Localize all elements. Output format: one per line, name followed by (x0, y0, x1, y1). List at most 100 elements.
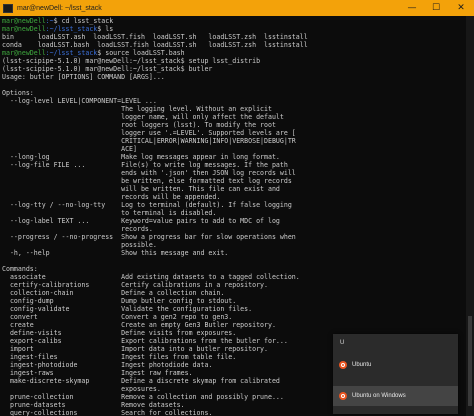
line-text: exposures. (2, 385, 161, 393)
prompt-path: :~ (45, 17, 54, 25)
line-text: define-visits Define visits from exposur… (2, 329, 237, 337)
line-text: create Create an empty Gen3 Butler repos… (2, 321, 276, 329)
title-bar[interactable]: mar@newDell: ~/lsst_stack — ☐ ✕ (0, 0, 474, 16)
line-text: --long-log Make log messages appear in l… (2, 153, 280, 161)
app-suggestion-popup: U Ubuntu Ubuntu on Windows (333, 334, 458, 414)
terminal-line: --log-level LEVEL|COMPONENT=LEVEL ... (2, 97, 466, 105)
prompt-user: mar@newDell (2, 25, 46, 33)
line-text: ingest-files Ingest files from table fil… (2, 353, 237, 361)
prompt-path: :~/lsst_stack (45, 49, 98, 57)
terminal-line: (lsst-scipipe-5.1.0) mar@newDell:~/lsst_… (2, 57, 466, 65)
popup-item-label: Ubuntu (352, 362, 372, 368)
terminal-line: Commands: (2, 265, 466, 273)
line-text: config-validate Validate the configurati… (2, 305, 253, 313)
line-text: possible. (2, 241, 157, 249)
terminal-line: mar@newDell:~/lsst_stack$ source loadLSS… (2, 49, 466, 57)
terminal-window: mar@newDell: ~/lsst_stack — ☐ ✕ mar@newD… (0, 0, 474, 416)
terminal-line: logger use '.=LEVEL'. Supported levels a… (2, 129, 466, 137)
terminal-line: CRITICAL|ERROR|WARNING|INFO|VERBOSE|DEBU… (2, 137, 466, 145)
line-text: records will be appended. (2, 193, 221, 201)
terminal-line: will be written. This file can exist and (2, 185, 466, 193)
maximize-button[interactable]: ☐ (424, 0, 448, 16)
line-text: --log-level LEVEL|COMPONENT=LEVEL ... (2, 97, 157, 105)
terminal-line: bin loadLSST.ash loadLSST.fish loadLSST.… (2, 33, 466, 41)
line-text: convert Convert a gen2 repo to gen3. (2, 313, 233, 321)
ubuntu-icon (339, 392, 347, 400)
line-text: ingest-photodiode Ingest photodiode data… (2, 361, 213, 369)
line-text: Usage: butler [OPTIONS] COMMAND [ARGS]..… (2, 73, 165, 81)
line-text: records. (2, 225, 153, 233)
line-text: import Import data into a butler reposit… (2, 345, 268, 353)
prompt-path: :~/lsst_stack (45, 25, 98, 33)
popup-item-ubuntu-on-windows[interactable]: Ubuntu on Windows (333, 386, 458, 406)
line-text: (lsst-scipipe-5.1.0) mar@newDell:~/lsst_… (2, 57, 261, 65)
terminal-line: associate Add existing datasets to a tag… (2, 273, 466, 281)
terminal-line: to terminal is disabled. (2, 209, 466, 217)
popup-header: U (340, 340, 345, 346)
line-text: The logging level. Without an explicit (2, 105, 272, 113)
line-text: logger use '.=LEVEL'. Supported levels a… (2, 129, 296, 137)
terminal-line: ends with '.json' then JSON log records … (2, 169, 466, 177)
terminal-line: (lsst-scipipe-5.1.0) mar@newDell:~/lsst_… (2, 65, 466, 73)
line-text: logger name, will only affect the defaul… (2, 113, 284, 121)
terminal-line: --log-label TEXT ... Keyword=value pairs… (2, 217, 466, 225)
close-button[interactable]: ✕ (448, 0, 474, 16)
line-text: --progress / --no-progress Show a progre… (2, 233, 296, 241)
line-text: export-calibs Export calibrations from t… (2, 337, 288, 345)
popup-item-label: Ubuntu on Windows (352, 393, 406, 399)
line-text: will be written. This file can exist and (2, 185, 280, 193)
terminal-line: -h, --help Show this message and exit. (2, 249, 466, 257)
terminal-line: possible. (2, 241, 466, 249)
line-text: be written, else formatted text log reco… (2, 177, 292, 185)
scrollbar-thumb[interactable] (468, 316, 472, 406)
terminal-line: --long-log Make log messages appear in l… (2, 153, 466, 161)
terminal-line: root loggers (lsst). To modify the root (2, 121, 466, 129)
terminal-line: --log-tty / --no-log-tty Log to terminal… (2, 201, 466, 209)
terminal-line: mar@newDell:~$ cd lsst_stack (2, 17, 466, 25)
terminal-line: logger name, will only affect the defaul… (2, 113, 466, 121)
line-text: config-dump Dump butler config to stdout… (2, 297, 237, 305)
line-text: $ source loadLSST.bash (97, 49, 185, 57)
terminal-app-icon (3, 3, 13, 13)
line-text: --log-label TEXT ... Keyword=value pairs… (2, 217, 280, 225)
minimize-button[interactable]: — (400, 0, 424, 16)
ubuntu-icon (339, 361, 347, 369)
terminal-line: config-dump Dump butler config to stdout… (2, 297, 466, 305)
line-text: conda loadLSST.bash loadLSST.fish loadLS… (2, 41, 308, 49)
popup-item-ubuntu[interactable]: Ubuntu (333, 355, 458, 375)
terminal-line: be written, else formatted text log reco… (2, 177, 466, 185)
line-text: ACE] (2, 145, 137, 153)
line-text: prune-collection Remove a collection and… (2, 393, 284, 401)
line-text: Commands: (2, 265, 38, 273)
terminal-line: create Create an empty Gen3 Butler repos… (2, 321, 466, 329)
line-text: query-collections Search for collections… (2, 409, 213, 416)
terminal-line: The logging level. Without an explicit (2, 105, 466, 113)
line-text: --log-file FILE ... File(s) to write log… (2, 161, 288, 169)
line-text: bin loadLSST.ash loadLSST.fish loadLSST.… (2, 33, 308, 41)
line-text: Options: (2, 89, 34, 97)
terminal-line: mar@newDell:~/lsst_stack$ ls (2, 25, 466, 33)
line-text: make-discrete-skymap Define a discrete s… (2, 377, 280, 385)
line-text: prune-datasets Remove datasets. (2, 401, 185, 409)
line-text: CRITICAL|ERROR|WARNING|INFO|VERBOSE|DEBU… (2, 137, 296, 145)
terminal-line: certify-calibrations Certify calibration… (2, 281, 466, 289)
terminal-line: ACE] (2, 145, 466, 153)
line-text: --log-tty / --no-log-tty Log to terminal… (2, 201, 292, 209)
line-text: ends with '.json' then JSON log records … (2, 169, 296, 177)
terminal-line: --log-file FILE ... File(s) to write log… (2, 161, 466, 169)
window-title: mar@newDell: ~/lsst_stack (17, 4, 102, 12)
line-text: associate Add existing datasets to a tag… (2, 273, 300, 281)
line-text: $ cd lsst_stack (53, 17, 114, 25)
terminal-line: convert Convert a gen2 repo to gen3. (2, 313, 466, 321)
terminal-line: Usage: butler [OPTIONS] COMMAND [ARGS]..… (2, 73, 466, 81)
terminal-line: collection-chain Define a collection cha… (2, 289, 466, 297)
terminal-line: records will be appended. (2, 193, 466, 201)
line-text: $ ls (97, 25, 114, 33)
line-text: -h, --help Show this message and exit. (2, 249, 229, 257)
terminal-line: records. (2, 225, 466, 233)
prompt-user: mar@newDell (2, 17, 46, 25)
terminal-line: config-validate Validate the configurati… (2, 305, 466, 313)
vertical-scrollbar[interactable] (466, 16, 474, 416)
